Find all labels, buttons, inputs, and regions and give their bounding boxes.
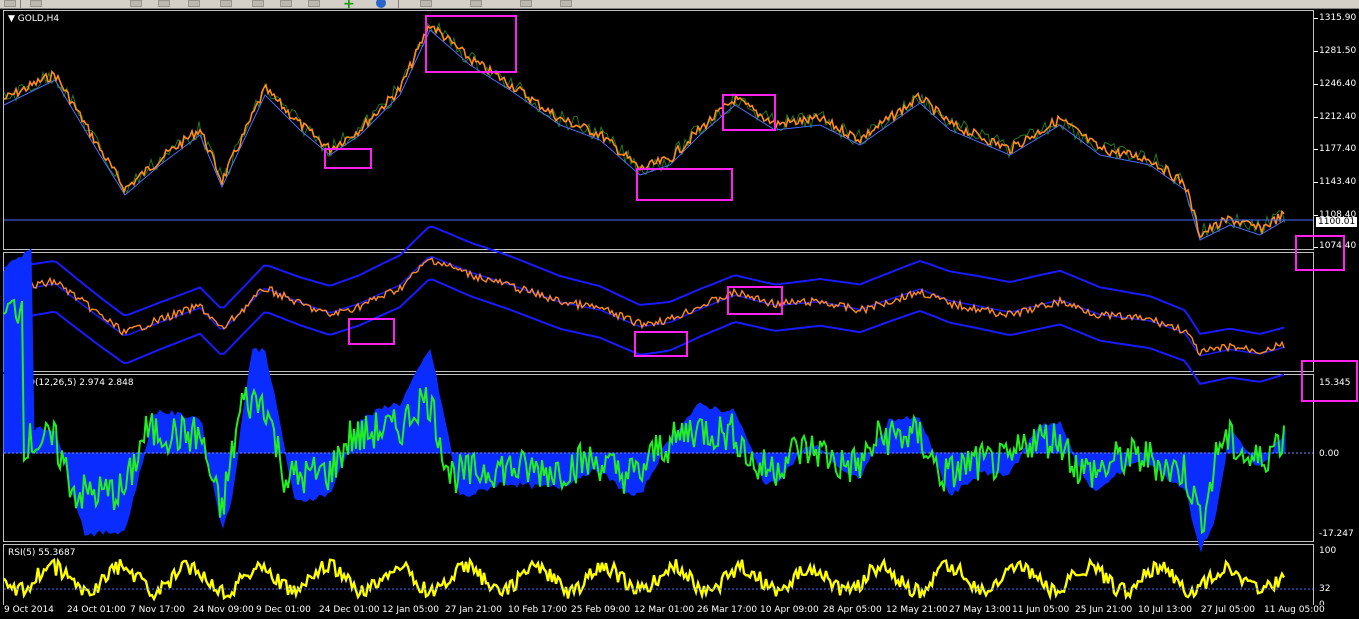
price-zigzag-line: [3, 29, 1286, 241]
time-axis-label: 27 Jan 21:00: [445, 605, 502, 615]
toolbar-button[interactable]: [280, 0, 292, 7]
time-axis-label: 12 May 21:00: [886, 605, 948, 615]
time-axis-label: 27 May 13:00: [949, 605, 1011, 615]
time-axis-label: 7 Nov 17:00: [130, 605, 185, 615]
time-axis-label: 24 Nov 09:00: [193, 605, 254, 615]
highlight-box: [1301, 360, 1358, 402]
highlight-box: [1295, 235, 1345, 271]
toolbar-button[interactable]: [560, 0, 572, 7]
toolbar-button[interactable]: [220, 0, 232, 7]
time-axis: 9 Oct 2014 24 Oct 01:00 7 Nov 17:00 24 Nov …: [0, 605, 1359, 619]
time-axis-label: 11 Aug 05:00: [1264, 605, 1325, 615]
price-series: [3, 24, 1285, 239]
time-axis-label: 28 Apr 05:00: [823, 605, 882, 615]
toolbar-button[interactable]: [30, 0, 42, 7]
globe-icon[interactable]: [376, 0, 386, 8]
toolbar-button[interactable]: [130, 0, 142, 7]
time-axis-label: 9 Oct 2014: [4, 605, 54, 615]
rsi-line: [3, 556, 1286, 602]
time-axis-label: 25 Feb 09:00: [571, 605, 631, 615]
time-axis-label: 10 Jul 13:00: [1138, 605, 1192, 615]
time-axis-label: 24 Dec 01:00: [319, 605, 380, 615]
toolbar-button[interactable]: [252, 0, 264, 7]
toolbar-button[interactable]: [520, 0, 532, 7]
toolbar-button[interactable]: [420, 0, 432, 7]
upper-band: [3, 225, 1285, 335]
time-axis-label: 10 Apr 09:00: [760, 605, 819, 615]
indicator-plots: [3, 15, 1358, 602]
middle-band: [3, 255, 1285, 357]
macd-histogram: [3, 248, 1286, 553]
toolbar-button[interactable]: [158, 0, 170, 7]
toolbar: +: [0, 0, 1359, 11]
toolbar-button[interactable]: [4, 0, 16, 7]
time-axis-label: 25 Jun 21:00: [1075, 605, 1133, 615]
highlight-box: [636, 168, 733, 201]
time-axis-label: 27 Jul 05:00: [1201, 605, 1255, 615]
time-axis-label: 9 Dec 01:00: [256, 605, 311, 615]
time-axis-label: 12 Mar 01:00: [634, 605, 695, 615]
toolbar-separator: [20, 0, 21, 8]
time-axis-label: 10 Feb 17:00: [508, 605, 568, 615]
highlight-box: [348, 318, 395, 345]
time-axis-label: 11 Jun 05:00: [1012, 605, 1070, 615]
time-axis-label: 24 Oct 01:00: [67, 605, 126, 615]
bands-price-series: [3, 257, 1285, 357]
time-axis-label: 12 Jan 05:00: [382, 605, 439, 615]
chart-window[interactable]: ▼ GOLD,H4 1315.90 1281.50 1246.40 1212.4…: [0, 9, 1359, 619]
toolbar-separator: [398, 0, 399, 8]
toolbar-button[interactable]: [188, 0, 200, 7]
toolbar-button[interactable]: [470, 0, 482, 7]
time-axis-label: 26 Mar 17:00: [697, 605, 758, 615]
toolbar-button[interactable]: [308, 0, 320, 7]
